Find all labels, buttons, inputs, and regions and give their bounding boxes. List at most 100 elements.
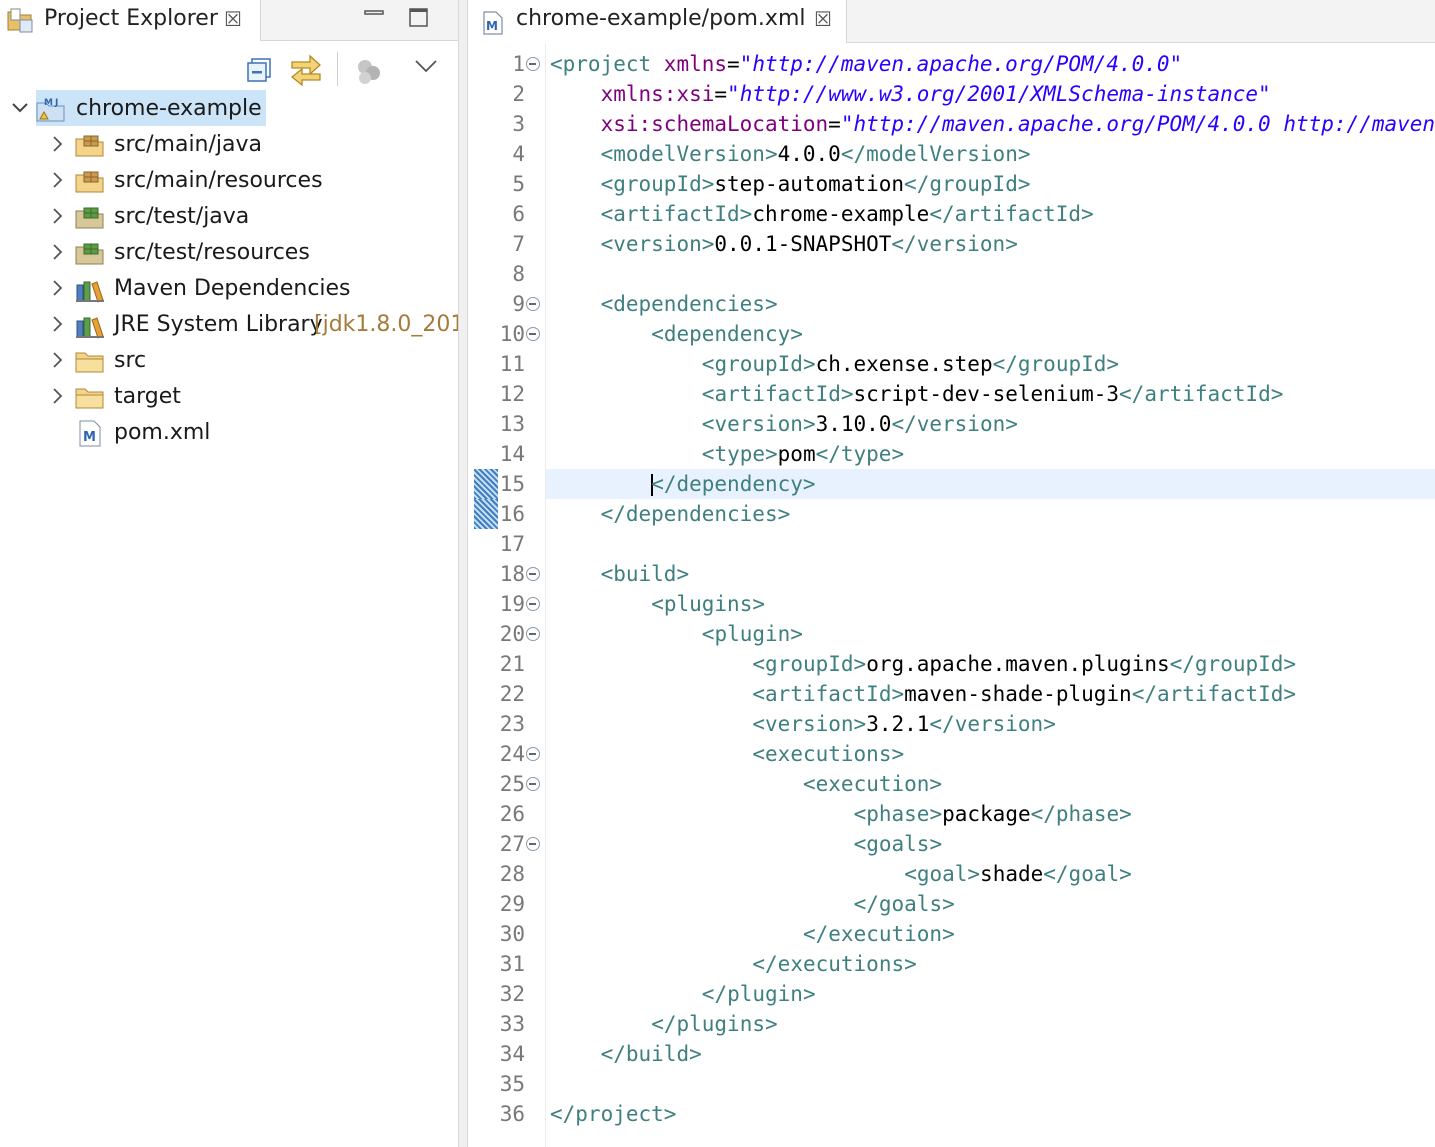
xml-tag: </artifactId> [929, 202, 1094, 226]
code-line[interactable]: <groupId>step-automation</groupId> [601, 169, 1031, 199]
xml-tag: <dependencies> [600, 292, 778, 316]
tree-item[interactable]: JRE System Library [jdk1.8.0_201] [0, 308, 473, 344]
overview-ruler[interactable] [474, 44, 498, 1147]
code-line[interactable]: <groupId>ch.exense.step</groupId> [702, 349, 1119, 379]
xml-tag: </execution> [803, 922, 955, 946]
minimize-icon[interactable] [363, 5, 387, 23]
code-line[interactable]: <version>0.0.1-SNAPSHOT</version> [601, 229, 1018, 259]
xml-tag: </groupId> [992, 352, 1120, 376]
filters-icon[interactable] [354, 56, 384, 86]
code-line[interactable]: <execution> [803, 769, 942, 799]
view-splitter[interactable] [458, 0, 468, 1147]
xml-text: 3.2.1 [866, 712, 930, 736]
code-line[interactable]: xmlns:xsi="http://www.w3.org/2001/XMLSch… [601, 79, 1271, 109]
code-line[interactable]: <dependencies> [601, 289, 778, 319]
line-number: 27 [499, 832, 525, 856]
fold-collapse-icon[interactable] [526, 627, 540, 641]
fold-collapse-icon[interactable] [526, 837, 540, 851]
code-line[interactable]: <dependency> [651, 319, 803, 349]
line-number: 19 [499, 592, 525, 616]
ruler-occurrence-mark[interactable] [474, 499, 498, 529]
xml-text: 3.10.0 [815, 412, 892, 436]
chevron-right-icon[interactable] [50, 277, 66, 299]
chevron-right-icon[interactable] [50, 205, 66, 227]
tree-item-label: src/main/java [114, 132, 263, 157]
code-line[interactable]: </executions> [752, 949, 916, 979]
tree-item[interactable]: src/main/resources [0, 164, 458, 200]
fold-collapse-icon[interactable] [526, 747, 540, 761]
xml-tag: <artifactId> [600, 202, 753, 226]
chevron-right-icon[interactable] [50, 133, 66, 155]
ruler-occurrence-mark[interactable] [474, 469, 498, 499]
chevron-right-icon[interactable] [50, 349, 66, 371]
code-line[interactable]: </execution> [803, 919, 955, 949]
code-line[interactable]: <build> [601, 559, 690, 589]
code-line[interactable]: xsi:schemaLocation="http://maven.apache.… [601, 109, 1435, 139]
fold-collapse-icon[interactable] [526, 57, 540, 71]
close-icon[interactable]: ☒ [224, 7, 242, 31]
xml-attribute-value: "http://maven.apache.org/POM/4.0.0" [739, 52, 1183, 76]
code-line[interactable]: <artifactId>script-dev-selenium-3</artif… [702, 379, 1284, 409]
chevron-right-icon[interactable] [50, 313, 66, 335]
code-line[interactable]: <modelVersion>4.0.0</modelVersion> [601, 139, 1031, 169]
tree-item[interactable]: src/main/java [0, 128, 458, 164]
code-line[interactable]: </plugins> [651, 1009, 777, 1039]
tab-project-explorer[interactable]: Project Explorer ☒ [0, 0, 261, 41]
line-number: 26 [499, 802, 525, 826]
code-line[interactable]: <project xmlns="http://maven.apache.org/… [550, 49, 1182, 79]
tab-pom-xml[interactable]: M chrome-example/pom.xml ☒ [468, 0, 847, 43]
xml-tag: </build> [600, 1042, 702, 1066]
code-line[interactable]: </project> [550, 1099, 676, 1129]
code-line[interactable]: <goals> [854, 829, 943, 859]
fold-collapse-icon[interactable] [526, 297, 540, 311]
code-line[interactable]: <artifactId>maven-shade-plugin</artifact… [752, 679, 1296, 709]
code-line[interactable]: </plugin> [702, 979, 816, 1009]
code-line[interactable]: <goal>shade</goal> [904, 859, 1132, 889]
close-icon[interactable]: ☒ [814, 7, 832, 31]
tree-item[interactable]: Mpom.xml [0, 416, 458, 452]
maximize-icon[interactable] [408, 7, 430, 29]
fold-collapse-icon[interactable] [526, 777, 540, 791]
code-line[interactable]: <version>3.10.0</version> [702, 409, 1018, 439]
svg-text:J: J [54, 98, 58, 108]
view-menu-icon[interactable] [414, 58, 438, 76]
maven-project-icon: MJ [36, 95, 68, 123]
fold-collapse-icon[interactable] [526, 327, 540, 341]
tree-item[interactable]: src/test/java [0, 200, 458, 236]
code-line[interactable]: </dependencies> [601, 499, 791, 529]
link-with-editor-icon[interactable] [288, 52, 324, 86]
xml-attribute-value: "http://maven.apache.org/POM/4.0.0 http:… [840, 112, 1435, 136]
code-area[interactable]: <project xmlns="http://maven.apache.org/… [546, 44, 1435, 1147]
code-line[interactable]: <plugin> [702, 619, 803, 649]
chevron-right-icon[interactable] [50, 385, 66, 407]
code-line[interactable]: <plugins> [651, 589, 765, 619]
package-folder-icon [74, 131, 106, 159]
code-line[interactable]: <executions> [752, 739, 904, 769]
xml-text: pom [777, 442, 816, 466]
chevron-right-icon[interactable] [50, 241, 66, 263]
code-line[interactable]: <phase>package</phase> [854, 799, 1132, 829]
tree-item[interactable]: src/test/resources [0, 236, 458, 272]
library-icon [74, 311, 106, 339]
line-number: 30 [499, 922, 525, 946]
tree-item[interactable]: src [0, 344, 458, 380]
line-number: 35 [499, 1072, 525, 1096]
code-line[interactable]: <groupId>org.apache.maven.plugins</group… [752, 649, 1296, 679]
xml-editor: M chrome-example/pom.xml ☒ 1 2 3 4 5 6 7 8 9 10 11… [468, 0, 1435, 1147]
code-line[interactable]: <artifactId>chrome-example</artifactId> [601, 199, 1094, 229]
xml-tag: <execution> [803, 772, 943, 796]
code-line[interactable]: </dependency> [651, 469, 816, 499]
fold-collapse-icon[interactable] [526, 597, 540, 611]
tree-item-project[interactable]: M Jchrome-example [0, 90, 458, 128]
code-line[interactable]: <type>pom</type> [702, 439, 904, 469]
code-line[interactable]: </goals> [854, 889, 955, 919]
code-line[interactable]: </build> [601, 1039, 702, 1069]
chevron-right-icon[interactable] [50, 169, 66, 191]
code-line[interactable]: <version>3.2.1</version> [752, 709, 1055, 739]
collapse-all-icon[interactable] [246, 56, 274, 84]
fold-collapse-icon[interactable] [526, 567, 540, 581]
tree-item[interactable]: Maven Dependencies [0, 272, 458, 308]
tree-item[interactable]: target [0, 380, 458, 416]
chevron-down-icon[interactable] [12, 97, 28, 119]
line-number: 22 [499, 682, 525, 706]
